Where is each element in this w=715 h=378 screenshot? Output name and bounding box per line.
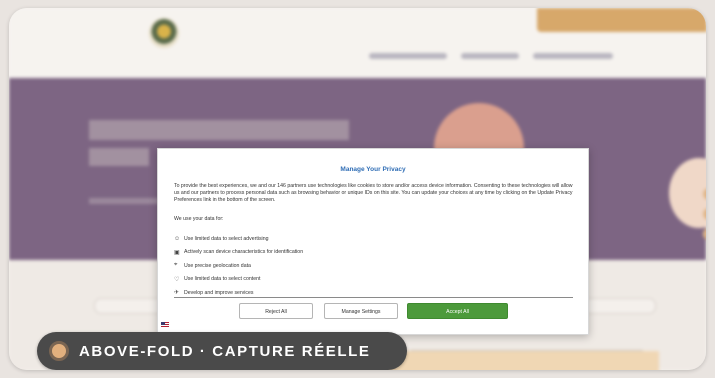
purpose-item: ☺ Use limited data to select advertising bbox=[174, 232, 474, 246]
us-flag-icon[interactable] bbox=[161, 322, 169, 327]
manage-settings-button[interactable]: Manage Settings bbox=[324, 303, 398, 319]
purpose-label: Use precise geolocation data bbox=[184, 262, 251, 269]
badge-dot-icon bbox=[49, 341, 69, 361]
purpose-label: Use limited data to select advertising bbox=[184, 235, 269, 242]
modal-title: Manage Your Privacy bbox=[340, 166, 406, 173]
reject-all-button[interactable]: Reject All bbox=[239, 303, 313, 319]
nav-item-3 bbox=[533, 53, 613, 59]
location-pin-icon: ⌖ bbox=[174, 262, 178, 269]
nav-item-1 bbox=[369, 53, 447, 59]
accept-all-button[interactable]: Accept All bbox=[407, 303, 508, 319]
screenshot-frame: Manage Your Privacy To provide the best … bbox=[9, 8, 706, 370]
purpose-item: ⌖ Use precise geolocation data bbox=[174, 259, 474, 273]
top-cta-button bbox=[537, 8, 706, 32]
site-logo bbox=[149, 18, 179, 48]
purpose-item: ♡ Use limited data to select content bbox=[174, 273, 474, 287]
nav-item-2 bbox=[461, 53, 519, 59]
data-use-label: We use your data for: bbox=[174, 216, 224, 222]
purpose-label: Actively scan device characteristics for… bbox=[184, 249, 304, 256]
rocket-icon: ✈ bbox=[174, 290, 180, 297]
device-icon: ▣ bbox=[174, 249, 180, 256]
heart-icon: ♡ bbox=[174, 276, 180, 283]
capture-badge: ABOVE-FOLD · CAPTURE RÉELLE bbox=[37, 332, 407, 370]
purpose-label: Develop and improve services bbox=[184, 289, 254, 296]
hero-subtitle bbox=[89, 198, 159, 204]
purpose-item: ▣ Actively scan device characteristics f… bbox=[174, 246, 474, 260]
site-header bbox=[9, 8, 706, 78]
hero-title-line-2 bbox=[89, 148, 149, 166]
hero-title-line-1 bbox=[89, 120, 349, 140]
purpose-label: Use limited data to select content bbox=[184, 276, 261, 283]
purpose-list: ☺ Use limited data to select advertising… bbox=[174, 232, 474, 300]
badge-text: ABOVE-FOLD · CAPTURE RÉELLE bbox=[79, 342, 371, 360]
privacy-consent-modal: Manage Your Privacy To provide the best … bbox=[157, 148, 589, 335]
modal-intro-text: To provide the best experiences, we and … bbox=[174, 183, 573, 203]
person-icon: ☺ bbox=[174, 235, 181, 242]
modal-divider bbox=[174, 297, 573, 298]
